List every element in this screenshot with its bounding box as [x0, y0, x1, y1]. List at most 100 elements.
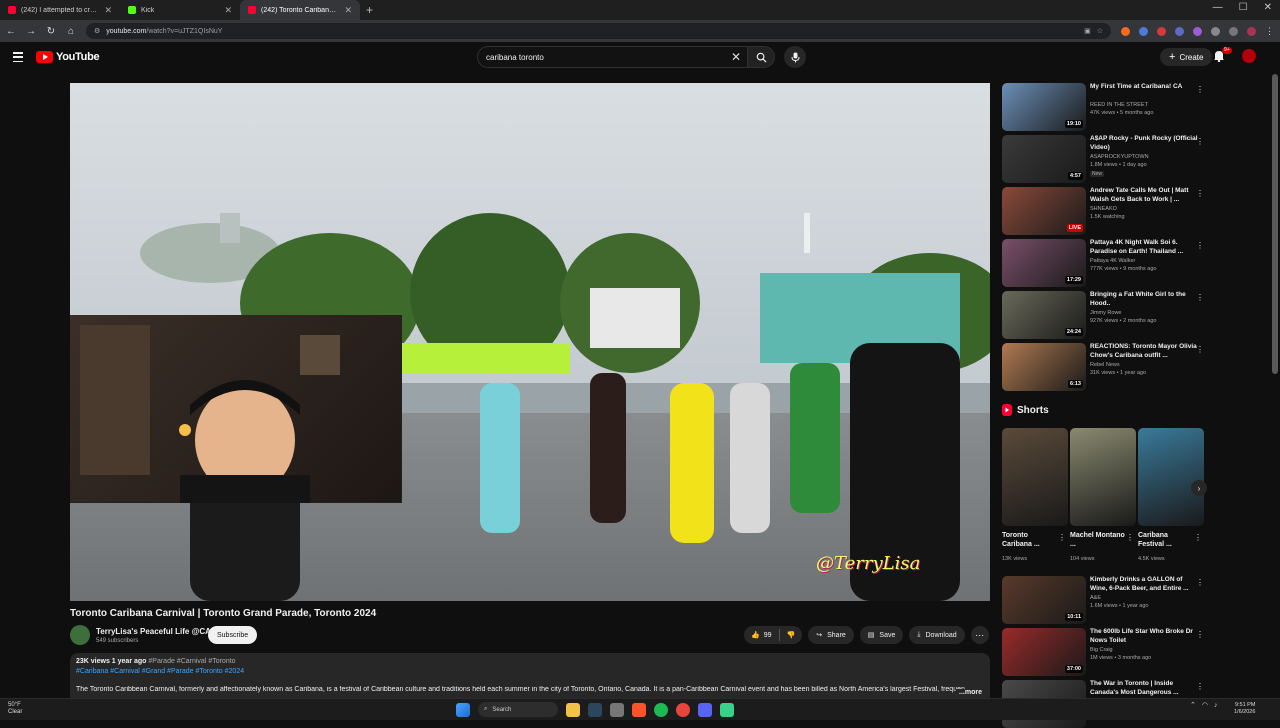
taskbar-clock[interactable]: 9:51 PM 1/6/2026 — [1234, 702, 1255, 716]
recommended-video-channel[interactable]: REED IN THE STREET — [1090, 102, 1148, 108]
download-button[interactable]: ⤓ Download — [909, 626, 965, 644]
video-options-icon[interactable]: ⋮ — [1196, 682, 1204, 691]
discord-icon[interactable] — [698, 702, 712, 717]
video-thumbnail[interactable]: 19:10 — [1002, 83, 1086, 131]
short-title[interactable]: Toronto Caribana ... — [1002, 531, 1058, 549]
share-button[interactable]: ↪ Share — [808, 626, 854, 644]
recommended-video-channel[interactable]: Big Craig — [1090, 647, 1113, 653]
video-options-icon[interactable]: ⋮ — [1196, 630, 1204, 639]
browser-tab-2[interactable]: Kick ✕ — [120, 0, 240, 20]
recommended-video-channel[interactable]: ASAPROCKYUPTOWN — [1090, 154, 1149, 160]
profile-avatar-icon[interactable] — [1247, 26, 1256, 36]
dislike-button[interactable]: 👎 — [780, 631, 803, 639]
home-icon[interactable]: ⌂ — [66, 26, 76, 37]
video-thumbnail[interactable]: 17:29 — [1002, 239, 1086, 287]
video-options-icon[interactable]: ⋮ — [1196, 85, 1204, 94]
video-player[interactable]: @TerryLisa — [70, 83, 990, 601]
recommended-video[interactable]: 37:00 The 600lb Life Star Who Broke Dr No… — [1002, 628, 1212, 676]
install-app-icon[interactable]: ▣ — [1084, 27, 1091, 35]
close-window-icon[interactable]: ✕ — [1264, 2, 1272, 13]
wifi-icon[interactable]: ◠ — [1202, 701, 1208, 709]
browser-menu-icon[interactable]: ⋮ — [1265, 26, 1274, 37]
channel-name[interactable]: TerryLisa's Peaceful Life @CA — [96, 627, 211, 636]
extension-icon[interactable] — [1139, 26, 1148, 36]
browser-tab-1[interactable]: (242) I attempted to cross Engl ✕ — [0, 0, 120, 20]
show-more-button[interactable]: ...more — [956, 689, 982, 696]
page-scrollbar[interactable] — [1272, 74, 1278, 374]
short-thumbnail[interactable] — [1070, 428, 1136, 526]
taskbar-search[interactable]: ⌕ Search — [478, 702, 558, 717]
recommended-video[interactable]: LIVE Andrew Tate Calls Me Out | Matt Wals… — [1002, 187, 1212, 235]
youtube-logo[interactable]: YouTube — [36, 51, 100, 63]
clear-search-icon[interactable]: ✕ — [731, 50, 741, 64]
brave-browser-icon[interactable] — [632, 702, 646, 717]
video-options-icon[interactable]: ⋮ — [1196, 578, 1204, 587]
steam-icon[interactable] — [588, 702, 602, 717]
video-thumbnail[interactable]: 10:11 — [1002, 576, 1086, 624]
video-thumbnail[interactable]: 37:00 — [1002, 628, 1086, 676]
subscribe-button[interactable]: Subscribe — [208, 626, 258, 644]
tab-close-icon[interactable]: ✕ — [344, 5, 352, 16]
video-thumbnail[interactable]: 24:24 — [1002, 291, 1086, 339]
video-options-icon[interactable]: ⋮ — [1196, 189, 1204, 198]
url-field[interactable]: ⚙ youtube.com/watch?v=uJTZ1QIsNuY ▣ ☆ — [86, 23, 1111, 39]
video-options-icon[interactable]: ⋮ — [1196, 293, 1204, 302]
short-title[interactable]: Machel Montano ... — [1070, 531, 1126, 549]
recommended-video-channel[interactable]: SHNEAKO — [1090, 206, 1117, 212]
recommended-video-title[interactable]: Andrew Tate Calls Me Out | Matt Walsh Ge… — [1090, 187, 1200, 204]
video-thumbnail[interactable]: 4:57 — [1002, 135, 1086, 183]
volume-icon[interactable]: ♪ — [1214, 702, 1218, 709]
recommended-video-title[interactable]: REACTIONS: Toronto Mayor Olivia Chow's C… — [1090, 343, 1200, 360]
recommended-video-title[interactable]: My First Time at Caribana! CA — [1090, 83, 1200, 92]
chrome-icon[interactable] — [676, 702, 690, 717]
video-options-icon[interactable]: ⋮ — [1196, 345, 1204, 354]
more-actions-icon[interactable]: ⋯ — [970, 626, 989, 644]
video-thumbnail[interactable]: LIVE — [1002, 187, 1086, 235]
description-hashtags[interactable]: #Caribana #Carnival #Grand #Parade #Toro… — [76, 668, 984, 675]
app-icon[interactable] — [720, 702, 734, 717]
recommended-video-title[interactable]: Pattaya 4K Night Walk Soi 6. Paradise on… — [1090, 239, 1200, 256]
short-options-icon[interactable]: ⋮ — [1058, 533, 1066, 542]
bookmark-star-icon[interactable]: ☆ — [1097, 27, 1103, 35]
spotify-icon[interactable] — [654, 702, 668, 717]
forward-icon[interactable]: → — [26, 26, 36, 37]
guide-menu-icon[interactable] — [13, 52, 23, 62]
account-avatar[interactable] — [1242, 49, 1256, 63]
recommended-video[interactable]: 4:57 A$AP Rocky - Punk Rocky (Official Vi… — [1002, 135, 1212, 183]
minimize-icon[interactable]: — — [1213, 2, 1223, 13]
shorts-next-arrow-icon[interactable]: › — [1191, 480, 1207, 496]
tab-close-icon[interactable]: ✕ — [104, 5, 112, 16]
recommended-video-channel[interactable]: Jimmy Rowe — [1090, 310, 1121, 316]
weather-widget[interactable]: 50°F Clear — [8, 702, 22, 716]
downloads-icon[interactable] — [1229, 26, 1238, 36]
recommended-video[interactable]: 19:10 My First Time at Caribana! CA REED I… — [1002, 83, 1212, 131]
extensions-puzzle-icon[interactable] — [1211, 26, 1220, 36]
extension-icon[interactable] — [1121, 26, 1130, 36]
recommended-video-title[interactable]: Bringing a Fat White Girl to the Hood.. — [1090, 291, 1200, 308]
channel-avatar[interactable] — [70, 625, 90, 645]
recommended-video-channel[interactable]: A&E — [1090, 595, 1101, 601]
browser-tab-3[interactable]: (242) Toronto Caribana Carniv ✕ — [240, 0, 360, 20]
save-button[interactable]: ▤ Save — [859, 626, 904, 644]
extension-icon[interactable] — [1193, 26, 1202, 36]
like-button[interactable]: 👍 99 — [744, 631, 779, 640]
file-explorer-icon[interactable] — [566, 702, 580, 717]
settings-icon[interactable] — [610, 702, 624, 717]
recommended-video[interactable]: 24:24 Bringing a Fat White Girl to the Ho… — [1002, 291, 1212, 339]
short-options-icon[interactable]: ⋮ — [1126, 533, 1134, 542]
short-thumbnail[interactable] — [1138, 428, 1204, 526]
video-options-icon[interactable]: ⋮ — [1196, 137, 1204, 146]
extension-icon[interactable] — [1175, 26, 1184, 36]
short-thumbnail[interactable] — [1002, 428, 1068, 526]
extension-icon[interactable] — [1157, 26, 1166, 36]
search-button[interactable] — [747, 46, 775, 68]
recommended-video-title[interactable]: A$AP Rocky - Punk Rocky (Official Video) — [1090, 135, 1200, 152]
header-hashtags[interactable]: #Parade #Carnival #Toronto — [148, 658, 235, 665]
short-options-icon[interactable]: ⋮ — [1194, 533, 1202, 542]
recommended-video-title[interactable]: The War in Toronto | Inside Canada's Mos… — [1090, 680, 1200, 697]
recommended-video-title[interactable]: Kimberly Drinks a GALLON of Wine, 6-Pack… — [1090, 576, 1200, 593]
voice-search-button[interactable] — [784, 46, 806, 68]
back-icon[interactable]: ← — [6, 26, 16, 37]
video-thumbnail[interactable]: 6:13 — [1002, 343, 1086, 391]
recommended-video[interactable]: 6:13 REACTIONS: Toronto Mayor Olivia Chow… — [1002, 343, 1212, 391]
